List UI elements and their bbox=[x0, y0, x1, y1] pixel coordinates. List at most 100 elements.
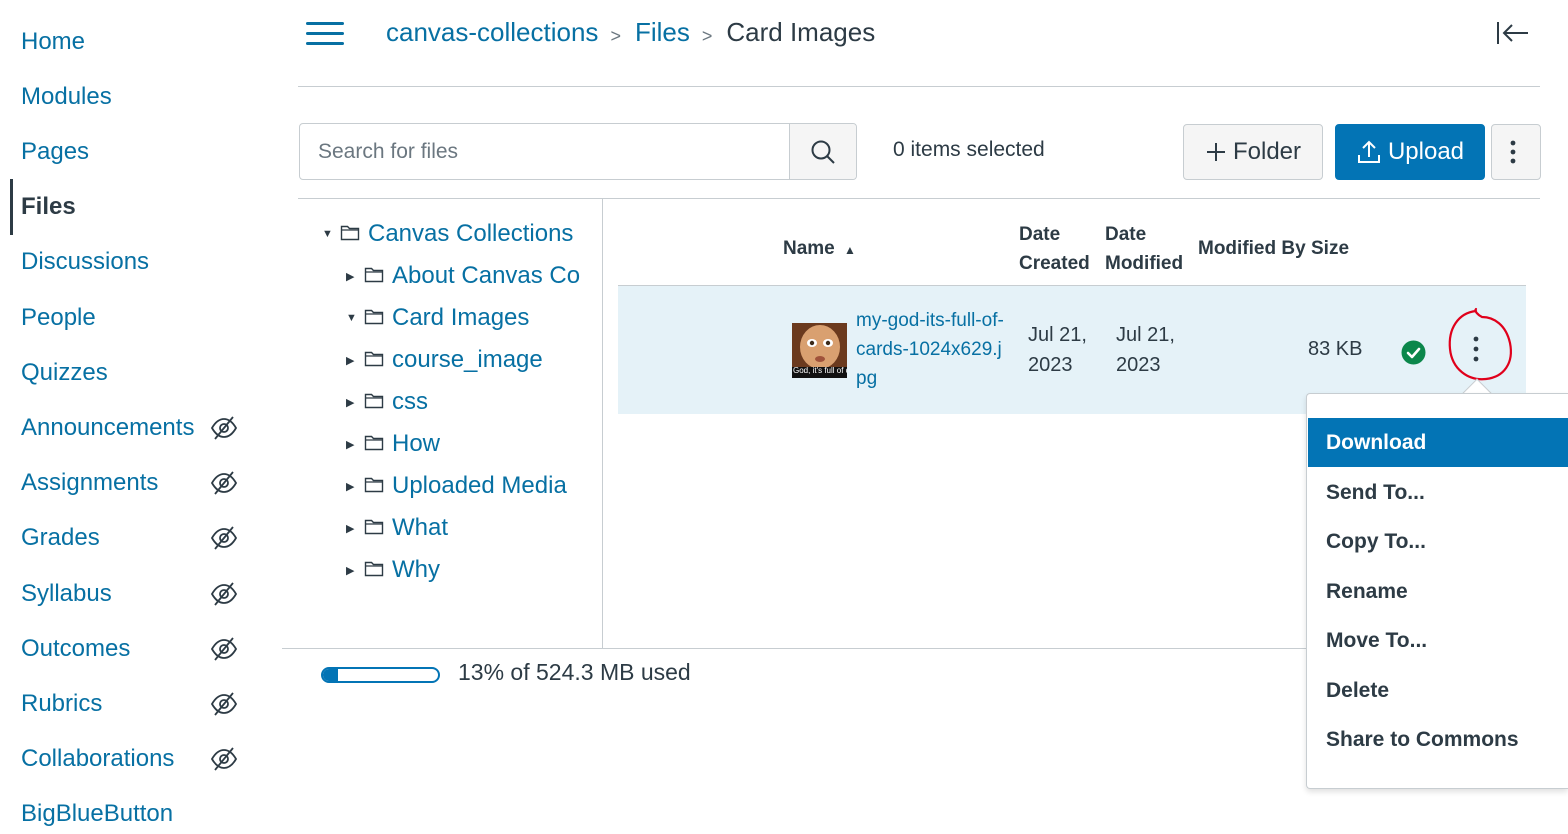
tree-item-card-images[interactable]: ▼ Card Images bbox=[346, 301, 529, 335]
nav-label: Files bbox=[21, 193, 76, 220]
breadcrumb-course[interactable]: canvas-collections bbox=[386, 17, 598, 48]
nav-discussions[interactable]: Discussions bbox=[0, 242, 250, 282]
nav-pages[interactable]: Pages bbox=[0, 132, 250, 172]
nav-label: Grades bbox=[21, 524, 100, 551]
tree-item-course-image[interactable]: ▶ course_image bbox=[346, 343, 543, 377]
file-actions-button[interactable] bbox=[1460, 330, 1492, 370]
tree-item-label: course_image bbox=[392, 346, 543, 373]
nav-label: Rubrics bbox=[21, 690, 103, 717]
thumbnail-caption: God, it's full of ca bbox=[793, 366, 847, 375]
expanded-triangle-icon: ▼ bbox=[322, 228, 333, 240]
folder-icon bbox=[364, 433, 384, 456]
tree-item-label: Card Images bbox=[392, 304, 530, 331]
file-name-link[interactable]: my-god-its-full-of-cards-1024x629.jpg bbox=[856, 306, 1006, 393]
file-thumbnail[interactable]: God, it's full of ca bbox=[792, 323, 847, 378]
published-check-icon[interactable] bbox=[1401, 340, 1426, 365]
plus-icon bbox=[1206, 143, 1225, 161]
add-folder-label: Folder bbox=[1232, 138, 1302, 165]
menu-item-share-to-commons[interactable]: Share to Commons bbox=[1308, 715, 1568, 764]
tree-item-how[interactable]: ▶ How bbox=[346, 427, 440, 461]
nav-files[interactable]: Files bbox=[0, 179, 250, 235]
hamburger-menu-icon[interactable] bbox=[306, 20, 346, 48]
menu-item-rename[interactable]: Rename bbox=[1308, 567, 1568, 616]
nav-label: Assignments bbox=[21, 469, 159, 496]
tree-item-what[interactable]: ▶ What bbox=[346, 511, 448, 545]
nav-label: Discussions bbox=[21, 248, 150, 275]
menu-item-send-to[interactable]: Send To... bbox=[1308, 468, 1568, 517]
hidden-eye-icon bbox=[210, 580, 238, 608]
kebab-menu-icon bbox=[1473, 336, 1479, 362]
add-folder-button[interactable]: Folder bbox=[1183, 124, 1323, 180]
nav-assignments[interactable]: Assignments bbox=[0, 463, 250, 503]
menu-item-copy-to[interactable]: Copy To... bbox=[1308, 517, 1568, 566]
nav-quizzes[interactable]: Quizzes bbox=[0, 353, 250, 393]
date-modified-line: 2023 bbox=[1116, 354, 1161, 376]
hidden-eye-icon bbox=[210, 690, 238, 718]
folder-icon bbox=[364, 475, 384, 498]
menu-item-delete[interactable]: Delete bbox=[1308, 666, 1568, 715]
more-options-button[interactable] bbox=[1491, 124, 1541, 180]
search-icon bbox=[811, 140, 835, 164]
nav-syllabus[interactable]: Syllabus bbox=[0, 574, 250, 614]
search-input[interactable] bbox=[300, 124, 789, 179]
hidden-eye-icon bbox=[210, 414, 238, 442]
nav-announcements[interactable]: Announcements bbox=[0, 408, 250, 448]
folder-icon bbox=[364, 517, 384, 540]
folder-icon bbox=[364, 265, 384, 288]
tree-item-label: How bbox=[392, 430, 441, 457]
nav-label: Pages bbox=[21, 138, 90, 165]
collapsed-triangle-icon: ▶ bbox=[346, 564, 355, 577]
kebab-menu-icon bbox=[1510, 140, 1516, 164]
nav-rubrics[interactable]: Rubrics bbox=[0, 684, 250, 724]
date-created: Jul 21, 2023 bbox=[1028, 320, 1087, 380]
hidden-eye-icon bbox=[210, 745, 238, 773]
nav-bigbluebutton[interactable]: BigBlueButton bbox=[0, 794, 250, 834]
storage-quota-bar bbox=[321, 667, 440, 683]
nav-outcomes[interactable]: Outcomes bbox=[0, 629, 250, 669]
column-size[interactable]: Size bbox=[1311, 234, 1349, 263]
tree-item-about-canvas-co[interactable]: ▶ About Canvas Co bbox=[346, 259, 580, 293]
header-divider bbox=[298, 86, 1540, 87]
sort-ascending-icon: ▲ bbox=[844, 243, 856, 257]
column-date-modified[interactable]: Date Modified bbox=[1105, 220, 1183, 278]
nav-label: Home bbox=[21, 28, 86, 55]
nav-grades[interactable]: Grades bbox=[0, 518, 250, 558]
column-label: Modified bbox=[1105, 253, 1184, 274]
folder-icon bbox=[364, 391, 384, 414]
nav-home[interactable]: Home bbox=[0, 22, 250, 62]
column-modified-by[interactable]: Modified By bbox=[1198, 234, 1306, 263]
date-modified: Jul 21, 2023 bbox=[1116, 320, 1175, 380]
column-name[interactable]: Name ▲ bbox=[783, 234, 856, 265]
breadcrumb-files[interactable]: Files bbox=[635, 17, 690, 48]
column-name-label: Name bbox=[783, 238, 835, 259]
menu-item-move-to[interactable]: Move To... bbox=[1308, 616, 1568, 665]
column-label: Date bbox=[1019, 224, 1061, 245]
storage-quota-fill bbox=[323, 669, 338, 681]
upload-button[interactable]: Upload bbox=[1335, 124, 1485, 180]
nav-label: BigBlueButton bbox=[21, 800, 174, 827]
file-size: 83 KB bbox=[1308, 338, 1363, 360]
collapse-nav-icon[interactable] bbox=[1494, 18, 1532, 48]
upload-icon bbox=[1357, 140, 1380, 163]
breadcrumb-separator-icon: > bbox=[701, 25, 713, 46]
nav-modules[interactable]: Modules bbox=[0, 77, 250, 117]
hidden-eye-icon bbox=[210, 469, 238, 497]
column-date-created[interactable]: Date Created bbox=[1019, 220, 1090, 278]
nav-label: Outcomes bbox=[21, 635, 131, 662]
breadcrumb-separator-icon: > bbox=[610, 25, 621, 46]
tree-item-label: About Canvas Co bbox=[392, 262, 581, 289]
date-created-line: 2023 bbox=[1028, 354, 1073, 376]
footer-divider bbox=[282, 648, 1306, 649]
tree-item-why[interactable]: ▶ Why bbox=[346, 553, 440, 587]
nav-people[interactable]: People bbox=[0, 298, 250, 338]
nav-collaborations[interactable]: Collaborations bbox=[0, 739, 250, 779]
toolbar-divider bbox=[298, 198, 1540, 199]
tree-item-uploaded-media[interactable]: ▶ Uploaded Media bbox=[346, 469, 567, 503]
tree-item-css[interactable]: ▶ css bbox=[346, 385, 428, 419]
menu-item-download[interactable]: Download bbox=[1308, 418, 1568, 467]
search-button[interactable] bbox=[789, 124, 856, 179]
collapsed-triangle-icon: ▶ bbox=[346, 438, 355, 451]
nav-label: Announcements bbox=[21, 414, 195, 441]
tree-item-canvas-collections[interactable]: ▼ Canvas Collections bbox=[322, 217, 573, 251]
hidden-eye-icon bbox=[210, 635, 238, 663]
